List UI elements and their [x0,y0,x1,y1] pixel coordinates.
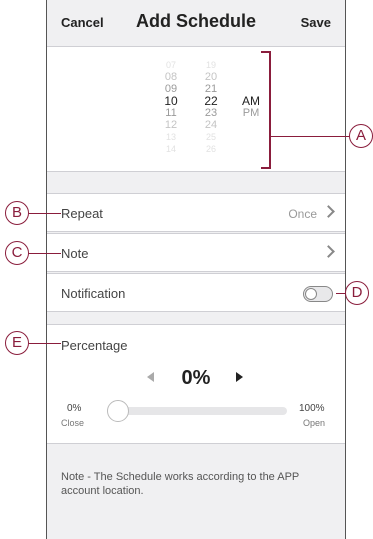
note-label: Note [61,246,89,261]
callout-d: D [345,281,369,305]
chevron-right-icon [322,205,335,218]
minute-option-19[interactable]: 19 [191,59,231,71]
hour-option-07[interactable]: 07 [151,59,191,71]
callout-a: A [349,124,373,148]
minute-option-20[interactable]: 20 [191,71,231,83]
time-picker[interactable]: 07 08 09 10 11 12 13 14 19 20 21 22 23 24 25 26 AM PM [47,46,345,172]
callout-b-leader [29,213,61,214]
slider-min-caption: Close [61,418,85,428]
callout-a-leader [271,136,349,137]
repeat-label: Repeat [61,206,103,221]
minute-option-24[interactable]: 24 [191,119,231,131]
footer-note: Note - The Schedule works according to t… [61,471,300,497]
notification-row: Notification [47,273,345,312]
slider-max-caption: Open [303,418,326,428]
hour-option-11[interactable]: 11 [151,107,191,119]
notification-label: Notification [61,286,126,301]
hour-option-14[interactable]: 14 [151,143,191,155]
callout-b: B [5,201,29,225]
hour-option-08[interactable]: 08 [151,71,191,83]
minute-option-26[interactable]: 26 [191,143,231,155]
percentage-card: Percentage 0% 0% Close 100% Open [47,324,345,444]
minute-option-23[interactable]: 23 [191,107,231,119]
hour-option-12[interactable]: 12 [151,119,191,131]
percentage-slider-track[interactable] [117,407,287,415]
minute-option-25[interactable]: 25 [191,131,231,143]
percentage-value: 0% [181,367,211,389]
hour-option-13[interactable]: 13 [151,131,191,143]
save-button[interactable]: Save [301,15,331,30]
chevron-right-icon [322,245,335,258]
note-row[interactable]: Note [47,233,345,272]
toggle-knob [305,288,317,300]
repeat-row[interactable]: Repeat Once [47,193,345,232]
hour-option-10[interactable]: 10 [151,95,191,107]
callout-e-leader [29,343,61,344]
slider-min-label: 0% [67,403,82,414]
header-bar: Cancel Add Schedule Save [47,0,345,46]
picker-bracket [261,51,271,169]
percentage-slider-thumb[interactable] [107,400,129,422]
minute-wheel[interactable]: 19 20 21 22 23 24 25 26 [191,47,231,171]
increase-arrow-icon[interactable] [236,372,243,382]
callout-e: E [5,331,29,355]
phone-frame: Cancel Add Schedule Save 07 08 09 10 11 12 13 1… [46,0,346,539]
percentage-label: Percentage [61,338,128,353]
hour-wheel[interactable]: 07 08 09 10 11 12 13 14 [151,47,191,171]
minute-option-22[interactable]: 22 [191,95,231,107]
callout-c: C [5,241,29,265]
slider-max-label: 100% [299,403,325,414]
callout-d-leader [336,293,345,294]
callout-c-leader [29,253,61,254]
notification-toggle[interactable] [303,286,333,302]
repeat-value: Once [288,207,317,221]
